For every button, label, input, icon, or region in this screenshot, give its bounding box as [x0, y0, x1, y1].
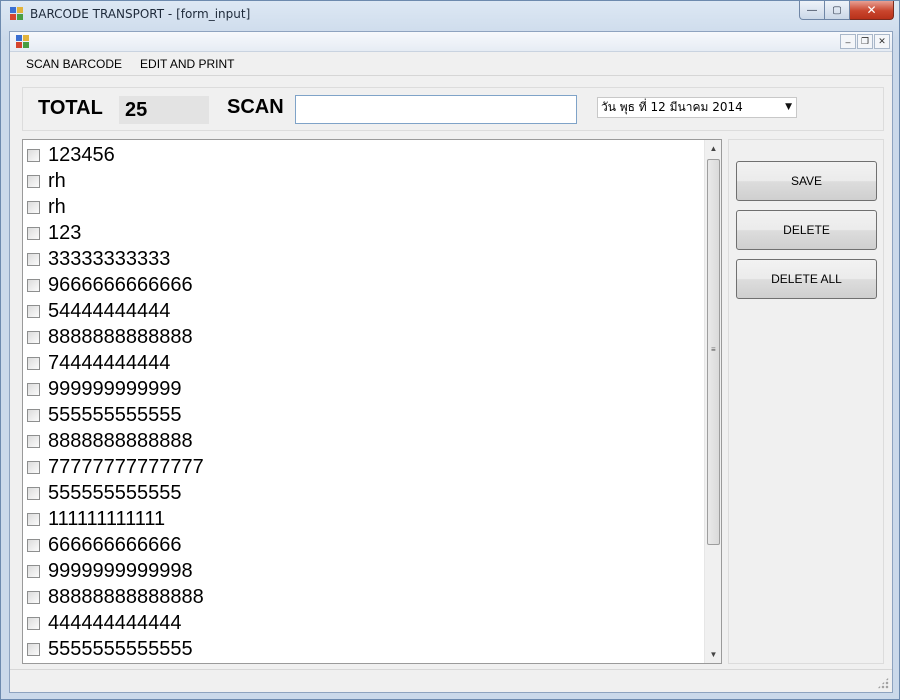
action-panel: SAVE DELETE DELETE ALL [728, 139, 884, 664]
scan-label: SCAN [227, 96, 284, 118]
list-item-label: 88888888888888 [48, 585, 204, 608]
checkbox[interactable] [27, 616, 40, 630]
date-picker[interactable]: วัน พุธ ที่ 12 มีนาคม 2014 ▼ [597, 97, 797, 118]
checkbox[interactable] [27, 278, 40, 292]
window-title: BARCODE TRANSPORT - [form_input] [30, 7, 251, 21]
checkbox[interactable] [27, 642, 40, 656]
grip-icon: ≡ [711, 345, 716, 354]
list-item[interactable]: 123 [23, 220, 703, 246]
checkbox[interactable] [27, 486, 40, 500]
list-item-label: 999999999999 [48, 377, 182, 400]
list-item-label: 444444444444 [48, 611, 182, 634]
checkbox[interactable] [27, 252, 40, 266]
total-value: 25 [119, 96, 209, 124]
menu-scan-barcode[interactable]: SCAN BARCODE [17, 57, 131, 71]
status-bar [10, 669, 892, 692]
checkbox[interactable] [27, 460, 40, 474]
list-item-label: 9666666666666 [48, 273, 193, 296]
scan-input[interactable] [295, 95, 577, 124]
top-panel: TOTAL 25 SCAN วัน พุธ ที่ 12 มีนาคม 2014… [22, 87, 884, 131]
menu-bar: SCAN BARCODE EDIT AND PRINT [10, 52, 892, 76]
vertical-scrollbar[interactable]: ▲ ≡ ▼ [704, 140, 721, 663]
checkbox[interactable] [27, 330, 40, 344]
child-restore-button[interactable]: ❐ [857, 34, 873, 49]
child-app-icon[interactable] [16, 35, 30, 49]
list-item-label: 123456 [48, 143, 115, 166]
checkbox[interactable] [27, 408, 40, 422]
list-item[interactable]: 9666666666666 [23, 272, 703, 298]
child-window-controls: – ❐ ✕ [840, 34, 890, 49]
list-item-label: 555555555555 [48, 481, 182, 504]
list-item[interactable]: 444444444444 [23, 610, 703, 636]
resize-grip-icon[interactable] [877, 677, 889, 689]
delete-all-button[interactable]: DELETE ALL [736, 259, 877, 299]
checkbox[interactable] [27, 434, 40, 448]
list-item-label: 77777777777777 [48, 455, 204, 478]
form-input-window: – ❐ ✕ SCAN BARCODE EDIT AND PRINT TOTAL … [9, 31, 893, 693]
child-titlebar: – ❐ ✕ [10, 32, 892, 52]
checkbox[interactable] [27, 200, 40, 214]
save-button[interactable]: SAVE [736, 161, 877, 201]
checkbox[interactable] [27, 356, 40, 370]
checkbox[interactable] [27, 538, 40, 552]
window-titlebar[interactable]: BARCODE TRANSPORT - [form_input] — ▢ ✕ [1, 1, 899, 29]
delete-button[interactable]: DELETE [736, 210, 877, 250]
checkbox[interactable] [27, 564, 40, 578]
checkbox[interactable] [27, 304, 40, 318]
list-item-label: 74444444444 [48, 351, 171, 374]
date-text: วัน พุธ ที่ 12 มีนาคม 2014 [601, 100, 743, 114]
checkbox[interactable] [27, 382, 40, 396]
list-item-label: 9999999999998 [48, 559, 193, 582]
app-icon [10, 7, 24, 21]
maximize-button[interactable]: ▢ [825, 1, 850, 20]
chevron-down-icon[interactable]: ▼ [785, 98, 792, 117]
total-label: TOTAL [38, 97, 103, 119]
list-item[interactable]: 9999999999998 [23, 558, 703, 584]
list-item-label: 8888888888888 [48, 429, 193, 452]
list-item-label: 54444444444 [48, 299, 171, 322]
list-item[interactable]: 555555555555 [23, 402, 703, 428]
list-item[interactable]: 8888888888888 [23, 428, 703, 454]
list-item-label: 8888888888888 [48, 325, 193, 348]
checkbox[interactable] [27, 590, 40, 604]
child-close-button[interactable]: ✕ [874, 34, 890, 49]
barcode-checklist[interactable]: 123456 rh rh 123 33333333333 9666666666666 544… [22, 139, 722, 664]
list-item[interactable]: 74444444444 [23, 350, 703, 376]
list-item[interactable]: 77777777777777 [23, 454, 703, 480]
list-item[interactable]: 33333333333 [23, 246, 703, 272]
close-button[interactable]: ✕ [850, 1, 894, 20]
scroll-up-icon[interactable]: ▲ [705, 140, 721, 157]
list-item[interactable]: 88888888888888 [23, 584, 703, 610]
list-item[interactable]: rh [23, 194, 703, 220]
scroll-down-icon[interactable]: ▼ [705, 646, 721, 663]
child-minimize-button[interactable]: – [840, 34, 856, 49]
scrollbar-thumb[interactable]: ≡ [707, 159, 720, 545]
list-item[interactable]: 5555555555555 [23, 636, 703, 662]
list-item[interactable]: 8888888888888 [23, 324, 703, 350]
menu-edit-and-print[interactable]: EDIT AND PRINT [131, 57, 243, 71]
list-item-label: 123 [48, 221, 82, 244]
checkbox[interactable] [27, 226, 40, 240]
checkbox[interactable] [27, 148, 40, 162]
list-item[interactable]: 123456 [23, 142, 703, 168]
list-item[interactable]: 555555555555 [23, 480, 703, 506]
list-item[interactable]: 666666666666 [23, 532, 703, 558]
checkbox[interactable] [27, 174, 40, 188]
list-item-label: rh [48, 169, 66, 192]
list-item[interactable]: 111111111111 [23, 506, 703, 532]
window-controls: — ▢ ✕ [799, 1, 894, 20]
list-item[interactable]: 999999999999 [23, 376, 703, 402]
checkbox[interactable] [27, 512, 40, 526]
list-item-label: rh [48, 195, 66, 218]
main-window: BARCODE TRANSPORT - [form_input] — ▢ ✕ –… [0, 0, 900, 700]
list-item-label: 5555555555555 [48, 637, 193, 660]
barcode-list-items: 123456 rh rh 123 33333333333 9666666666666 544… [23, 142, 703, 662]
list-item-label: 555555555555 [48, 403, 182, 426]
list-item-label: 666666666666 [48, 533, 182, 556]
list-item-label: 33333333333 [48, 247, 171, 270]
list-item-label: 111111111111 [48, 507, 166, 530]
list-item[interactable]: 54444444444 [23, 298, 703, 324]
list-item[interactable]: rh [23, 168, 703, 194]
minimize-button[interactable]: — [799, 1, 825, 20]
